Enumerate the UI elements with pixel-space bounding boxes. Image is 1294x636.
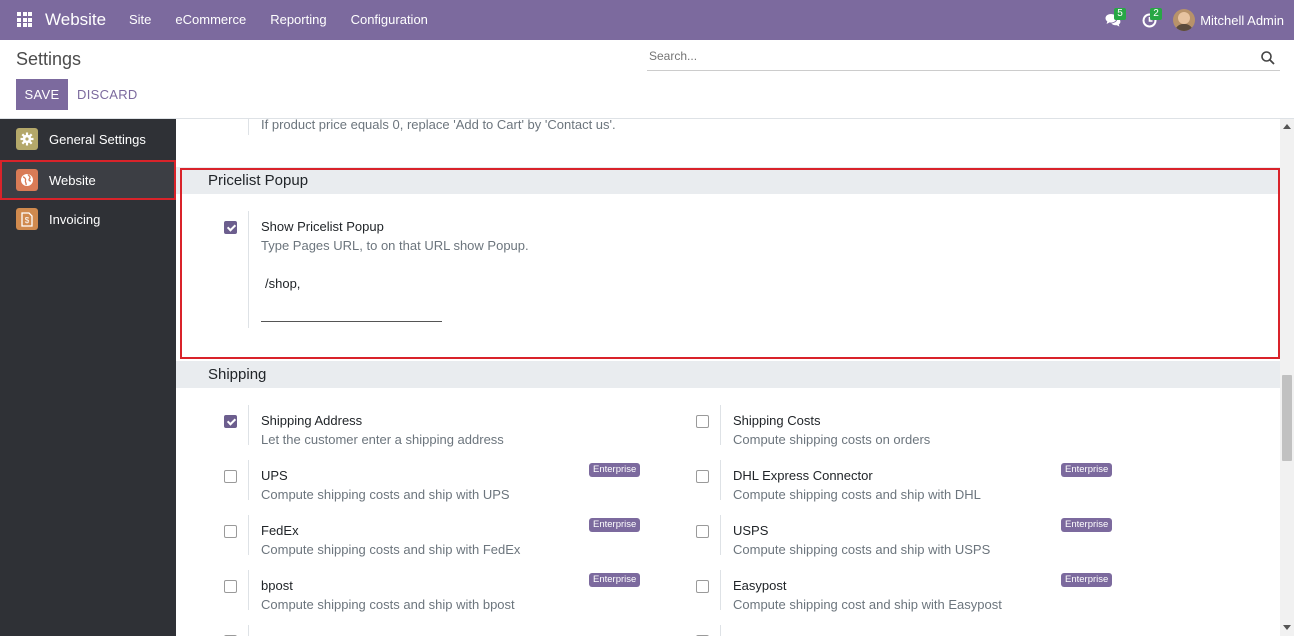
menu-site[interactable]: Site [117, 0, 163, 40]
apps-grid-icon[interactable] [17, 12, 32, 27]
setting-divider [248, 405, 249, 445]
setting-description: Compute shipping cost and ship with Easy… [733, 597, 1002, 612]
invoice-icon: $ [16, 208, 38, 230]
settings-content: If product price equals 0, replace 'Add … [176, 119, 1280, 636]
setting-label: DHL Express Connector [733, 468, 873, 483]
setting-description: Compute shipping costs on orders [733, 432, 931, 447]
globe-icon [16, 169, 38, 191]
setting-description: Compute shipping costs and ship with UPS [261, 487, 510, 502]
messages-count-badge: 5 [1114, 8, 1126, 20]
setting-divider [248, 570, 249, 610]
main-menu: Site eCommerce Reporting Configuration [117, 0, 440, 40]
page-title: Settings [16, 49, 82, 69]
gear-icon [16, 128, 38, 150]
search-input[interactable] [649, 49, 1249, 63]
setting-divider [720, 405, 721, 445]
app-name[interactable]: Website [45, 10, 106, 30]
setting-divider [720, 625, 721, 636]
sidebar-item-label: Website [49, 172, 96, 188]
scroll-down-arrow-icon[interactable] [1283, 625, 1291, 630]
top-navbar: Website Site eCommerce Reporting Configu… [0, 0, 1294, 40]
setting-divider [248, 625, 249, 636]
enterprise-badge: Enterprise [1061, 463, 1113, 477]
setting-label: Shipping Address [261, 413, 363, 428]
pricelist-url-field-underline[interactable] [261, 321, 442, 322]
sidebar-item-label: Invoicing [49, 211, 101, 227]
setting-description: Let the customer enter a shipping addres… [261, 432, 504, 447]
scroll-thumb[interactable] [1282, 375, 1292, 461]
sidebar-item-general-settings[interactable]: General Settings [0, 119, 176, 159]
setting-divider [248, 211, 249, 328]
setting-checkbox[interactable] [224, 415, 237, 428]
enterprise-badge: Enterprise [1061, 518, 1113, 532]
setting-divider [248, 119, 249, 135]
setting-divider [720, 460, 721, 500]
setting-divider [248, 460, 249, 500]
activities-count-badge: 2 [1150, 8, 1162, 20]
discard-button[interactable]: DISCARD [77, 79, 138, 110]
setting-label: Shipping Costs [733, 413, 821, 428]
control-panel: Settings SAVE DISCARD [0, 40, 1294, 119]
setting-checkbox[interactable] [224, 525, 237, 538]
setting-checkbox[interactable] [696, 415, 709, 428]
setting-checkbox[interactable] [696, 470, 709, 483]
prev-setting-desc: If product price equals 0, replace 'Add … [261, 119, 616, 132]
setting-label: Easypost [733, 578, 787, 593]
setting-label: Show Pricelist Popup [261, 219, 384, 234]
setting-description: Compute shipping costs and ship with DHL [733, 487, 981, 502]
systray: 5 2 Mitchell Admin [1095, 0, 1284, 40]
user-name[interactable]: Mitchell Admin [1200, 13, 1284, 28]
enterprise-badge: Enterprise [589, 518, 641, 532]
activities-button[interactable]: 2 [1131, 0, 1167, 40]
sidebar-item-invoicing[interactable]: $ Invoicing [0, 199, 176, 239]
setting-checkbox[interactable] [696, 525, 709, 538]
search-icon[interactable] [1260, 50, 1276, 66]
save-button[interactable]: SAVE [16, 79, 68, 110]
setting-divider [248, 515, 249, 555]
sidebar-item-label: General Settings [49, 131, 146, 147]
section-header-pricelist: Pricelist Popup [176, 167, 1280, 194]
setting-checkbox[interactable] [224, 470, 237, 483]
scroll-up-arrow-icon[interactable] [1283, 124, 1291, 129]
setting-description: Compute shipping costs and ship with bpo… [261, 597, 515, 612]
menu-reporting[interactable]: Reporting [258, 0, 338, 40]
content-scrollbar[interactable] [1280, 119, 1294, 636]
setting-label: UPS [261, 468, 288, 483]
setting-label: FedEx [261, 523, 299, 538]
messages-button[interactable]: 5 [1095, 0, 1131, 40]
menu-configuration[interactable]: Configuration [339, 0, 440, 40]
setting-label: USPS [733, 523, 769, 538]
setting-checkbox[interactable] [696, 580, 709, 593]
enterprise-badge: Enterprise [589, 463, 641, 477]
setting-divider [720, 515, 721, 555]
enterprise-badge: Enterprise [1061, 573, 1113, 587]
show-pricelist-popup-checkbox[interactable] [224, 221, 237, 234]
setting-label: bpost [261, 578, 293, 593]
menu-ecommerce[interactable]: eCommerce [163, 0, 258, 40]
section-header-shipping: Shipping [176, 361, 1280, 388]
setting-description: Type Pages URL, to on that URL show Popu… [261, 238, 529, 253]
settings-sidebar: General Settings Website $ Invoicing [0, 119, 176, 636]
search-bar [647, 47, 1280, 71]
user-avatar[interactable] [1173, 9, 1196, 31]
svg-text:$: $ [25, 216, 30, 225]
setting-divider [720, 570, 721, 610]
enterprise-badge: Enterprise [589, 573, 641, 587]
setting-description: Compute shipping costs and ship with Fed… [261, 542, 521, 557]
setting-description: Compute shipping costs and ship with USP… [733, 542, 991, 557]
sidebar-item-website[interactable]: Website [0, 160, 176, 200]
pricelist-url-value[interactable]: /shop, [265, 276, 300, 291]
setting-checkbox[interactable] [224, 580, 237, 593]
